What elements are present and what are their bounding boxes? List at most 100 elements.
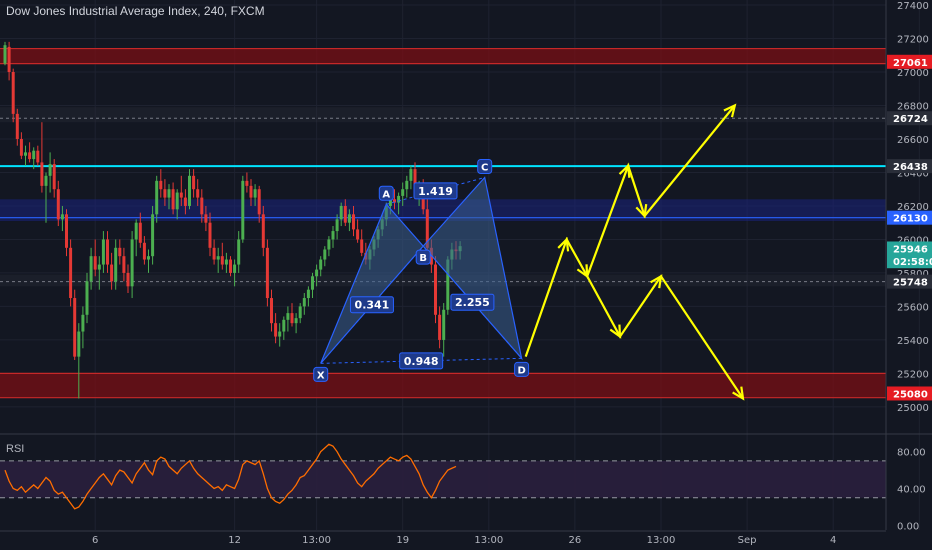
candle-down: [220, 256, 224, 265]
time-tick-label: 13:00: [647, 535, 676, 546]
candle-down: [138, 222, 142, 243]
candle-down: [118, 247, 122, 257]
candle-up: [315, 269, 319, 277]
candle-down: [183, 197, 187, 206]
candle-down: [28, 152, 32, 160]
candle-up: [188, 175, 191, 206]
candle-down: [200, 197, 204, 215]
price-tick-label: 25000: [897, 403, 929, 414]
price-tick-label: 27000: [897, 68, 929, 79]
candle-down: [163, 189, 167, 198]
candle-up: [323, 249, 327, 260]
candle-up: [81, 314, 85, 332]
candle-down: [159, 180, 163, 190]
price-badge-label: 25080: [893, 389, 928, 400]
candle-down: [249, 185, 253, 198]
candle-up: [24, 152, 27, 156]
candle-up: [282, 319, 286, 332]
chart-title: Dow Jones Industrial Average Index, 240,…: [6, 4, 265, 18]
pattern-ratio-label: 0.948: [404, 355, 439, 368]
candle-up: [151, 214, 155, 257]
candle-down: [212, 247, 216, 260]
candle-up: [48, 164, 52, 176]
candle-up: [409, 169, 413, 181]
time-tick-label: Sep: [738, 535, 757, 546]
price-tick-label: 26800: [897, 101, 929, 112]
candle-down: [179, 192, 183, 198]
time-tick-label: 12: [228, 535, 241, 546]
candle-up: [311, 276, 314, 290]
pattern-point-label: X: [317, 370, 325, 381]
candle-down: [434, 264, 437, 315]
candle-down: [438, 314, 442, 340]
rsi-label: RSI: [6, 443, 25, 455]
pattern-point-label: D: [517, 365, 525, 376]
candle-up: [327, 239, 331, 250]
candle-down: [229, 259, 232, 273]
pattern-point-label: C: [481, 162, 488, 173]
candle-down: [36, 150, 40, 163]
rsi-tick-label: 40.00: [897, 485, 926, 496]
time-tick-label: 26: [569, 535, 582, 546]
candle-up: [44, 175, 48, 186]
price-tick-label: 25200: [897, 369, 929, 380]
candle-down: [208, 222, 212, 248]
price-tick-label: 27400: [897, 1, 929, 12]
candle-down: [356, 229, 360, 240]
price-badge-label: 26438: [893, 162, 928, 173]
time-tick-label: 13:00: [302, 535, 331, 546]
candle-down: [40, 162, 44, 186]
price-tick-label: 27200: [897, 35, 929, 46]
candle-down: [142, 242, 146, 260]
candle-up: [286, 313, 290, 320]
candle-down: [122, 256, 126, 273]
candle-down: [73, 298, 77, 357]
candle-up: [298, 306, 302, 319]
price-tick-label: 26600: [897, 135, 929, 146]
candle-up: [306, 289, 310, 299]
price-tick-label: 25400: [897, 336, 929, 347]
candle-up: [397, 195, 401, 203]
candle-up: [130, 239, 134, 287]
candle-down: [11, 72, 15, 114]
zone-gray: [0, 107, 886, 123]
pattern-point-label: A: [382, 189, 390, 200]
candle-down: [257, 189, 261, 215]
zone-red: [0, 48, 886, 64]
time-tick-label: 19: [396, 535, 409, 546]
pattern-ratio-label: 2.255: [455, 296, 490, 309]
candle-down: [106, 239, 109, 265]
candle-down: [65, 214, 68, 248]
candle-down: [69, 247, 73, 299]
candle-down: [126, 272, 130, 287]
candle-down: [270, 298, 273, 324]
zone-red: [0, 373, 886, 398]
time-tick-label: 4: [830, 535, 836, 546]
candle-down: [274, 323, 278, 337]
candle-up: [147, 256, 150, 260]
candle-down: [192, 175, 196, 190]
rsi-band: [0, 460, 886, 498]
candle-up: [241, 180, 245, 240]
candle-up: [237, 239, 241, 265]
candle-up: [278, 331, 282, 337]
candle-up: [331, 231, 335, 240]
candle-up: [294, 318, 298, 324]
candle-down: [19, 138, 23, 156]
candle-up: [114, 247, 118, 282]
candle-down: [245, 180, 249, 186]
candle-down: [343, 205, 347, 223]
candle-down: [196, 189, 200, 198]
candle-down: [265, 247, 269, 299]
candle-down: [261, 214, 265, 248]
candle-down: [110, 264, 114, 282]
candle-up: [60, 214, 64, 220]
candle-up: [224, 259, 228, 265]
candle-up: [253, 189, 257, 198]
price-badge-label: 26130: [893, 214, 928, 225]
candle-up: [89, 256, 93, 282]
candle-up: [167, 189, 171, 198]
candle-down: [7, 46, 11, 72]
price-badge-label: 26724: [893, 114, 928, 125]
chart-canvas: 0.341 1.419 2.255 0.948 X A B C D 25000 25200 25400…: [0, 0, 932, 550]
